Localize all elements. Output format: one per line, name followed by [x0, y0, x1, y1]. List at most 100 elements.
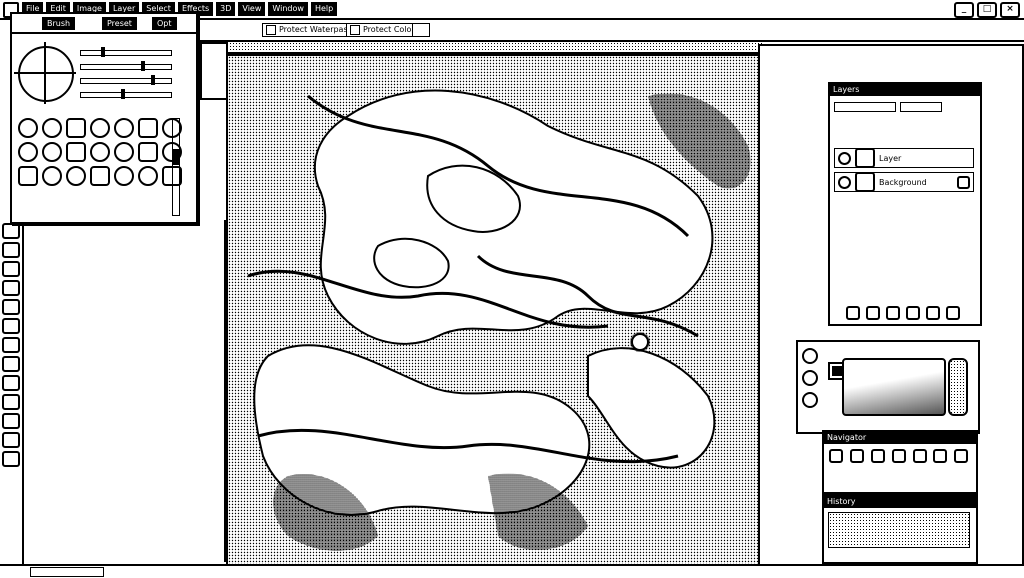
flip-icon[interactable]	[954, 449, 969, 463]
window-controls: _ □ ×	[954, 2, 1020, 18]
brush-preset[interactable]	[42, 142, 62, 162]
layer-opacity-field[interactable]	[900, 102, 942, 112]
presets-scrollbar[interactable]	[172, 118, 180, 216]
brush-preset[interactable]	[18, 118, 38, 138]
tab-preset[interactable]: Preset	[102, 17, 137, 30]
eraser-tool-icon[interactable]	[2, 242, 20, 258]
opacity-slider[interactable]	[80, 61, 172, 71]
fill-tool-icon[interactable]	[2, 394, 20, 410]
color-field[interactable]	[842, 358, 946, 416]
brush-preset[interactable]	[114, 118, 134, 138]
brush-preset[interactable]	[114, 166, 134, 186]
color-panel	[796, 340, 980, 434]
rotate-right-icon[interactable]	[891, 449, 906, 463]
layer-name: Layer	[879, 153, 902, 163]
layer-name: Background	[879, 177, 927, 187]
brush-tool-icon[interactable]	[2, 223, 20, 239]
visibility-eye-icon[interactable]	[838, 151, 851, 165]
history-panel-title: History	[824, 496, 976, 508]
brush-preset[interactable]	[90, 142, 110, 162]
size-slider[interactable]	[80, 47, 172, 57]
canvas[interactable]	[226, 54, 760, 568]
brush-preset[interactable]	[42, 166, 62, 186]
brush-option-icon[interactable]	[412, 23, 430, 37]
eyedropper-tool-icon[interactable]	[2, 413, 20, 429]
link-layers-icon[interactable]	[846, 306, 860, 320]
maximize-button[interactable]: □	[977, 2, 997, 18]
zoom-in-icon[interactable]	[849, 449, 864, 463]
menu-view[interactable]: View	[238, 2, 266, 16]
delete-layer-icon[interactable]	[946, 306, 960, 320]
brush-preset[interactable]	[114, 142, 134, 162]
fit-view-icon[interactable]	[912, 449, 927, 463]
select-tool-icon[interactable]	[2, 299, 20, 315]
new-group-icon[interactable]	[906, 306, 920, 320]
layers-panel-title: Layers	[830, 84, 980, 96]
brush-preset[interactable]	[66, 142, 86, 162]
layers-panel: Layers Layer Background	[828, 82, 982, 326]
reset-colors-icon[interactable]	[802, 392, 818, 408]
rotate-left-icon[interactable]	[870, 449, 885, 463]
protect-waterpass-option[interactable]: Protect Waterpass	[262, 23, 356, 37]
blur-tool-icon[interactable]	[2, 280, 20, 296]
layers-footer	[846, 306, 960, 320]
history-panel: History	[822, 494, 978, 564]
close-button[interactable]: ×	[1000, 2, 1020, 18]
zoom-tool-icon[interactable]	[2, 451, 20, 467]
layer-thumbnail	[855, 172, 875, 192]
brush-preset[interactable]	[90, 166, 110, 186]
protect-colors-checkbox[interactable]	[350, 24, 360, 35]
zoom-out-icon[interactable]	[829, 449, 843, 463]
brush-preset[interactable]	[138, 118, 158, 138]
brush-panel-header: Brush Preset Opt	[12, 14, 196, 34]
minimize-button[interactable]: _	[954, 2, 974, 18]
hand-tool-icon[interactable]	[2, 432, 20, 448]
brush-preset[interactable]	[66, 166, 86, 186]
brush-preset[interactable]	[18, 142, 38, 162]
move-tool-icon[interactable]	[2, 337, 20, 353]
tab-brush[interactable]: Brush	[42, 17, 76, 30]
color-tools	[802, 348, 818, 408]
brush-presets	[18, 118, 182, 186]
brush-preset[interactable]	[138, 166, 158, 186]
blend-mode-select[interactable]	[834, 102, 896, 112]
layer-row[interactable]: Background	[834, 172, 974, 192]
layer-thumbnail	[855, 148, 875, 168]
brush-preset[interactable]	[42, 118, 62, 138]
brush-preset[interactable]	[90, 118, 110, 138]
lock-icon[interactable]	[957, 175, 970, 189]
picker-icon[interactable]	[802, 348, 818, 364]
text-tool-icon[interactable]	[2, 375, 20, 391]
brush-preset[interactable]	[66, 118, 86, 138]
left-workspace	[24, 220, 226, 562]
hue-slider[interactable]	[948, 358, 968, 416]
protect-colors-label: Protect Colors	[363, 25, 419, 34]
marbled-artwork	[228, 56, 758, 566]
navigator-panel: Navigator	[822, 430, 978, 494]
history-list[interactable]	[828, 512, 970, 548]
new-layer-icon[interactable]	[926, 306, 940, 320]
flow-slider[interactable]	[80, 75, 172, 85]
menu-3d[interactable]: 3D	[216, 2, 236, 16]
add-style-icon[interactable]	[866, 306, 880, 320]
hardness-slider[interactable]	[80, 89, 172, 99]
crop-tool-icon[interactable]	[2, 356, 20, 372]
protect-waterpass-label: Protect Waterpass	[279, 25, 352, 34]
add-mask-icon[interactable]	[886, 306, 900, 320]
brush-panel: Brush Preset Opt	[10, 12, 198, 224]
lasso-tool-icon[interactable]	[2, 318, 20, 334]
actual-size-icon[interactable]	[933, 449, 948, 463]
menu-window[interactable]: Window	[268, 2, 308, 16]
navigator-panel-title: Navigator	[824, 432, 976, 444]
brush-preview	[14, 42, 76, 104]
menu-help[interactable]: Help	[310, 2, 338, 16]
tab-options[interactable]: Opt	[152, 17, 177, 30]
smudge-tool-icon[interactable]	[2, 261, 20, 277]
visibility-eye-icon[interactable]	[838, 175, 851, 189]
protect-waterpass-checkbox[interactable]	[266, 24, 276, 35]
swap-colors-icon[interactable]	[802, 370, 818, 386]
brush-preset[interactable]	[18, 166, 38, 186]
canvas-ruler	[200, 42, 228, 100]
layer-row[interactable]: Layer	[834, 148, 974, 168]
brush-preset[interactable]	[138, 142, 158, 162]
